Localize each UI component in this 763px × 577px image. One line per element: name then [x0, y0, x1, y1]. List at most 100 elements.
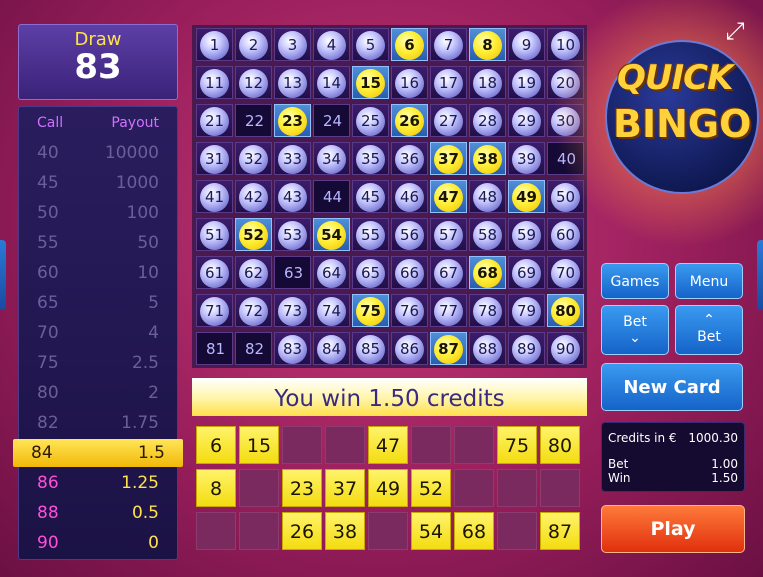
grid-cell-33[interactable]: 33 [274, 142, 311, 175]
number-ball: 59 [512, 221, 541, 250]
grid-cell-43[interactable]: 43 [274, 180, 311, 213]
bet-up-button[interactable]: ⌃ Bet [675, 305, 743, 355]
grid-cell-74[interactable]: 74 [313, 294, 350, 327]
grid-cell-37[interactable]: 37 [430, 142, 467, 175]
grid-cell-53[interactable]: 53 [274, 218, 311, 251]
expand-icon[interactable]: ⤢ [718, 15, 752, 49]
grid-cell-86[interactable]: 86 [391, 332, 428, 365]
grid-cell-39[interactable]: 39 [508, 142, 545, 175]
grid-cell-14[interactable]: 14 [313, 66, 350, 99]
grid-cell-27[interactable]: 27 [430, 104, 467, 137]
number-ball: 6 [395, 31, 424, 60]
grid-cell-81[interactable]: 81 [196, 332, 233, 365]
grid-cell-34[interactable]: 34 [313, 142, 350, 175]
grid-cell-83[interactable]: 83 [274, 332, 311, 365]
games-button[interactable]: Games [601, 263, 669, 299]
grid-cell-68[interactable]: 68 [469, 256, 506, 289]
grid-cell-85[interactable]: 85 [352, 332, 389, 365]
menu-button[interactable]: Menu [675, 263, 743, 299]
new-card-button[interactable]: New Card [601, 363, 743, 411]
grid-cell-45[interactable]: 45 [352, 180, 389, 213]
grid-cell-9[interactable]: 9 [508, 28, 545, 61]
grid-cell-16[interactable]: 16 [391, 66, 428, 99]
grid-cell-72[interactable]: 72 [235, 294, 272, 327]
grid-cell-52[interactable]: 52 [235, 218, 272, 251]
grid-cell-29[interactable]: 29 [508, 104, 545, 137]
number-ball: 64 [317, 259, 346, 288]
grid-cell-71[interactable]: 71 [196, 294, 233, 327]
grid-cell-73[interactable]: 73 [274, 294, 311, 327]
grid-cell-80[interactable]: 80 [547, 294, 584, 327]
grid-cell-19[interactable]: 19 [508, 66, 545, 99]
grid-cell-6[interactable]: 6 [391, 28, 428, 61]
grid-cell-12[interactable]: 12 [235, 66, 272, 99]
grid-cell-84[interactable]: 84 [313, 332, 350, 365]
grid-cell-47[interactable]: 47 [430, 180, 467, 213]
grid-cell-17[interactable]: 17 [430, 66, 467, 99]
grid-number: 22 [244, 112, 265, 130]
grid-cell-87[interactable]: 87 [430, 332, 467, 365]
grid-cell-69[interactable]: 69 [508, 256, 545, 289]
grid-cell-1[interactable]: 1 [196, 28, 233, 61]
grid-cell-76[interactable]: 76 [391, 294, 428, 327]
grid-cell-22[interactable]: 22 [235, 104, 272, 137]
grid-cell-90[interactable]: 90 [547, 332, 584, 365]
grid-cell-28[interactable]: 28 [469, 104, 506, 137]
grid-cell-66[interactable]: 66 [391, 256, 428, 289]
grid-cell-51[interactable]: 51 [196, 218, 233, 251]
grid-cell-75[interactable]: 75 [352, 294, 389, 327]
grid-cell-21[interactable]: 21 [196, 104, 233, 137]
grid-cell-89[interactable]: 89 [508, 332, 545, 365]
grid-cell-3[interactable]: 3 [274, 28, 311, 61]
grid-cell-79[interactable]: 79 [508, 294, 545, 327]
grid-cell-4[interactable]: 4 [313, 28, 350, 61]
grid-cell-59[interactable]: 59 [508, 218, 545, 251]
number-ball: 53 [278, 221, 307, 250]
grid-cell-7[interactable]: 7 [430, 28, 467, 61]
grid-cell-5[interactable]: 5 [352, 28, 389, 61]
grid-cell-70[interactable]: 70 [547, 256, 584, 289]
grid-cell-26[interactable]: 26 [391, 104, 428, 137]
grid-cell-32[interactable]: 32 [235, 142, 272, 175]
grid-cell-46[interactable]: 46 [391, 180, 428, 213]
grid-cell-25[interactable]: 25 [352, 104, 389, 137]
grid-cell-8[interactable]: 8 [469, 28, 506, 61]
grid-cell-67[interactable]: 67 [430, 256, 467, 289]
grid-cell-49[interactable]: 49 [508, 180, 545, 213]
grid-cell-11[interactable]: 11 [196, 66, 233, 99]
grid-cell-23[interactable]: 23 [274, 104, 311, 137]
grid-cell-13[interactable]: 13 [274, 66, 311, 99]
grid-cell-65[interactable]: 65 [352, 256, 389, 289]
grid-cell-48[interactable]: 48 [469, 180, 506, 213]
number-ball: 5 [356, 31, 385, 60]
grid-cell-18[interactable]: 18 [469, 66, 506, 99]
grid-cell-78[interactable]: 78 [469, 294, 506, 327]
grid-cell-61[interactable]: 61 [196, 256, 233, 289]
paytable-row: 86 1.25 [19, 469, 177, 497]
grid-cell-63[interactable]: 63 [274, 256, 311, 289]
grid-cell-41[interactable]: 41 [196, 180, 233, 213]
grid-cell-2[interactable]: 2 [235, 28, 272, 61]
grid-cell-36[interactable]: 36 [391, 142, 428, 175]
grid-cell-38[interactable]: 38 [469, 142, 506, 175]
number-ball: 1 [200, 31, 229, 60]
grid-cell-35[interactable]: 35 [352, 142, 389, 175]
grid-cell-15[interactable]: 15 [352, 66, 389, 99]
grid-cell-42[interactable]: 42 [235, 180, 272, 213]
grid-cell-77[interactable]: 77 [430, 294, 467, 327]
grid-cell-62[interactable]: 62 [235, 256, 272, 289]
grid-cell-55[interactable]: 55 [352, 218, 389, 251]
grid-cell-31[interactable]: 31 [196, 142, 233, 175]
grid-cell-82[interactable]: 82 [235, 332, 272, 365]
play-button[interactable]: Play [601, 505, 745, 553]
grid-cell-64[interactable]: 64 [313, 256, 350, 289]
grid-cell-24[interactable]: 24 [313, 104, 350, 137]
grid-cell-54[interactable]: 54 [313, 218, 350, 251]
grid-cell-56[interactable]: 56 [391, 218, 428, 251]
card-cell: 47 [368, 426, 408, 464]
grid-cell-57[interactable]: 57 [430, 218, 467, 251]
grid-cell-58[interactable]: 58 [469, 218, 506, 251]
bet-down-button[interactable]: Bet ⌄ [601, 305, 669, 355]
grid-cell-44[interactable]: 44 [313, 180, 350, 213]
grid-cell-88[interactable]: 88 [469, 332, 506, 365]
